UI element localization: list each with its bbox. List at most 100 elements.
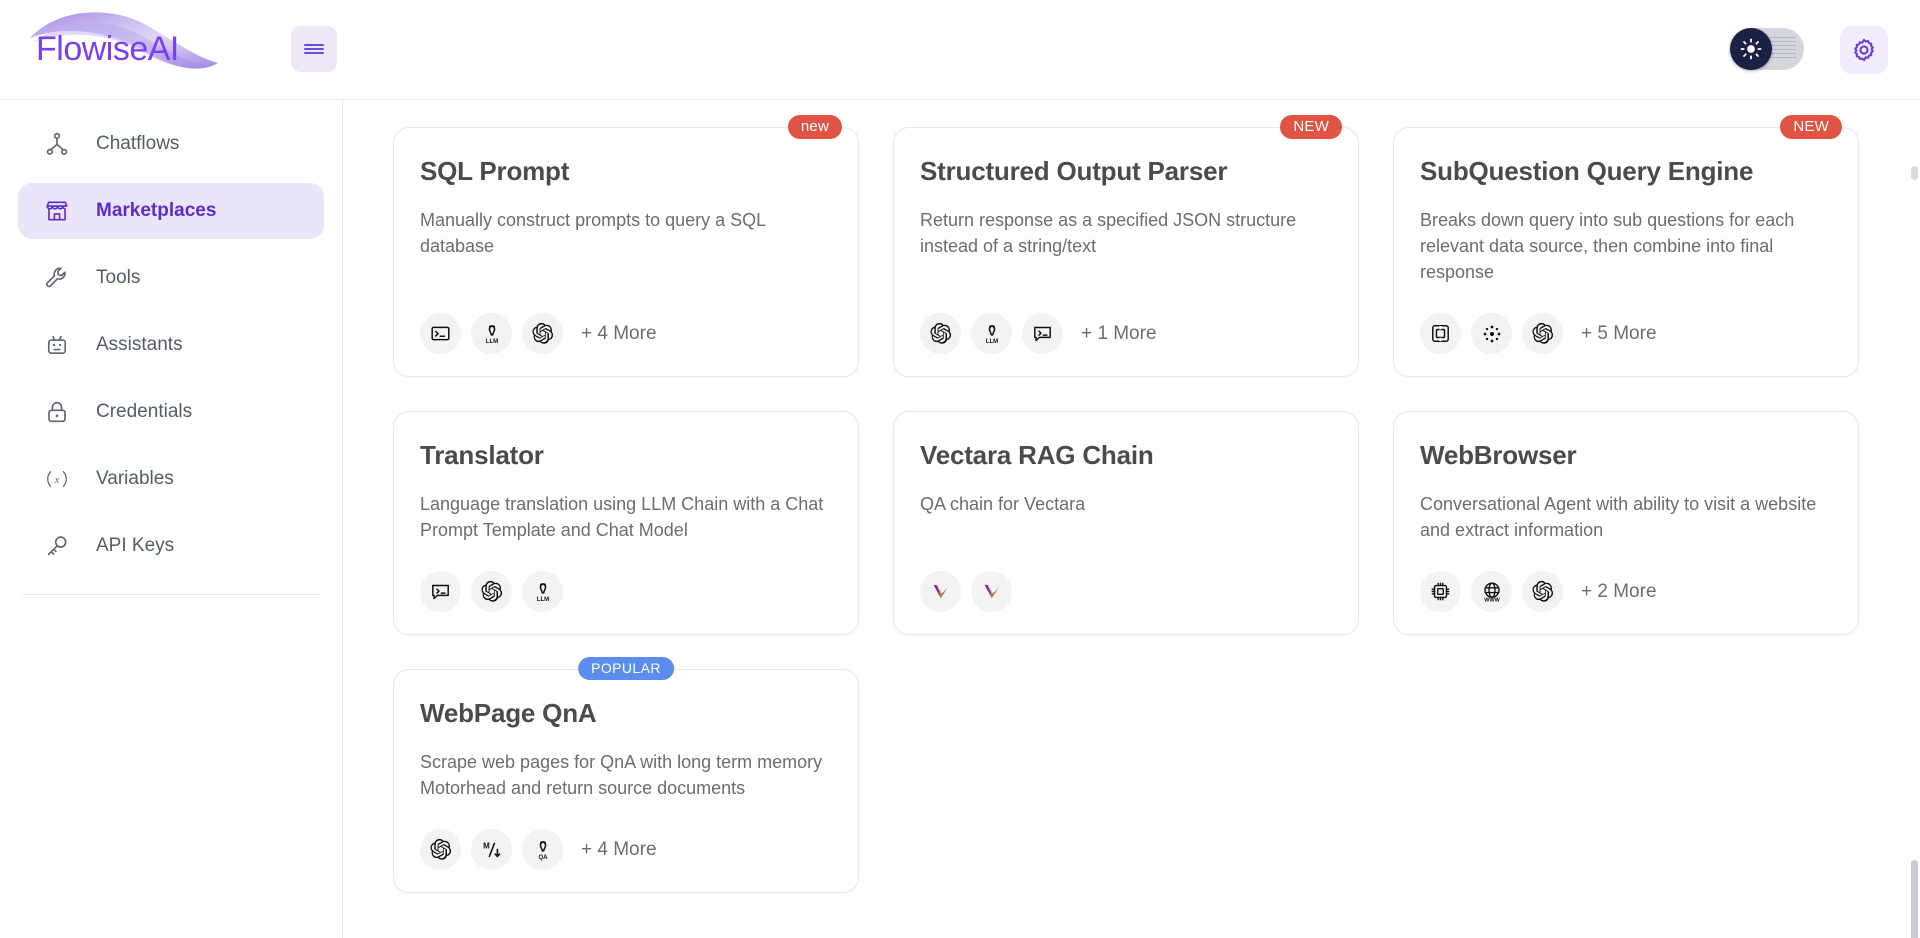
card-title: Structured Output Parser — [920, 156, 1228, 186]
sidebar-item-label: Marketplaces — [96, 200, 217, 221]
status-badge: new — [787, 115, 842, 139]
robot-icon — [44, 332, 70, 358]
card-icon-row: LLM — [420, 571, 832, 612]
menu-bar — [304, 48, 324, 50]
card-description: Manually construct prompts to query a SQ… — [420, 210, 766, 256]
more-count-label: + 5 More — [1581, 322, 1657, 344]
llm-chain-icon: LLM — [522, 571, 563, 612]
card-description: Language translation using LLM Chain wit… — [420, 494, 824, 540]
marketplace-main: new SQL Prompt Manually construct prompt… — [343, 99, 1920, 938]
terminal-prompt-icon — [420, 313, 461, 354]
card-title: SQL Prompt — [420, 156, 570, 186]
openai-icon — [420, 829, 461, 870]
vectara-icon — [971, 571, 1012, 612]
sun-icon — [1740, 38, 1762, 60]
marketplace-card[interactable]: Translator Language translation using LL… — [393, 411, 859, 635]
svg-text:LLM: LLM — [536, 597, 548, 603]
sidebar-item-variables[interactable]: x Variables — [18, 451, 324, 507]
chatflows-icon — [44, 131, 70, 157]
openai-icon — [1522, 571, 1563, 612]
svg-text:M: M — [483, 841, 490, 850]
openai-icon — [920, 313, 961, 354]
marketplace-card[interactable]: NEW SubQuestion Query Engine Breaks down… — [1393, 115, 1859, 377]
more-count-label: + 2 More — [1581, 580, 1657, 602]
llm-chain-icon: LLM — [471, 313, 512, 354]
card-title: Translator — [420, 440, 544, 470]
sidebar-item-tools[interactable]: Tools — [18, 250, 324, 306]
card-icon-row: LLM + 1 More — [920, 313, 1332, 354]
key-icon — [44, 533, 70, 559]
card-description: Breaks down query into sub questions for… — [1420, 210, 1795, 282]
more-count-label: + 4 More — [581, 322, 657, 344]
theme-toggle[interactable] — [1730, 28, 1804, 70]
marketplace-icon — [44, 198, 70, 224]
card-description: Return response as a specified JSON stru… — [920, 210, 1297, 256]
card-icon-row: M QA + 4 More — [420, 829, 832, 870]
more-count-label: + 1 More — [1081, 322, 1157, 344]
sidebar-item-credentials[interactable]: Credentials — [18, 384, 324, 440]
card-description: Scrape web pages for QnA with long term … — [420, 752, 823, 798]
theme-toggle-knob[interactable] — [1730, 28, 1772, 70]
wrench-icon — [44, 265, 70, 291]
svg-text:LLM: LLM — [485, 339, 497, 345]
sidebar-item-assistants[interactable]: Assistants — [18, 317, 324, 373]
chat-prompt-icon — [420, 571, 461, 612]
marketplace-card[interactable]: WebBrowser Conversational Agent with abi… — [1393, 411, 1859, 635]
markdown-icon: M — [471, 829, 512, 870]
scrollbar-thumb[interactable] — [1911, 860, 1918, 938]
qa-chain-icon: QA — [522, 829, 563, 870]
chat-prompt-icon — [1022, 313, 1063, 354]
sidebar-item-label: Chatflows — [96, 133, 180, 154]
more-count-label: + 4 More — [581, 838, 657, 860]
marketplace-card[interactable]: NEW Structured Output Parser Return resp… — [893, 115, 1359, 377]
marketplace-card-grid: new SQL Prompt Manually construct prompt… — [343, 100, 1875, 893]
sidebar-item-chatflows[interactable]: Chatflows — [18, 116, 324, 172]
menu-toggle-button[interactable] — [291, 26, 337, 72]
card-icon-row: + 5 More — [1420, 313, 1832, 354]
sidebar-item-label: Tools — [96, 267, 141, 288]
status-badge: NEW — [1280, 115, 1342, 139]
card-title: WebPage QnA — [420, 698, 597, 728]
sidebar-item-label: API Keys — [96, 535, 175, 556]
app-header: FlowiseAI — [0, 0, 1920, 99]
svg-text:x: x — [54, 474, 60, 486]
menu-bar — [304, 52, 324, 55]
menu-bar — [304, 43, 324, 46]
llm-chain-icon: LLM — [971, 313, 1012, 354]
status-badge: NEW — [1780, 115, 1842, 139]
settings-button[interactable] — [1840, 26, 1888, 74]
lock-icon — [44, 399, 70, 425]
card-description: QA chain for Vectara — [920, 494, 1086, 514]
card-icon-row — [920, 571, 1332, 612]
vectara-icon — [920, 571, 961, 612]
sidebar: Chatflows Marketplaces Tools Assistants … — [0, 99, 343, 938]
flowiseai-logo[interactable]: FlowiseAI — [22, 8, 252, 90]
openai-icon — [1522, 313, 1563, 354]
www-globe-icon: WWW — [1471, 571, 1512, 612]
sidebar-item-label: Assistants — [96, 334, 183, 355]
card-description: Conversational Agent with ability to vis… — [1420, 494, 1817, 540]
status-badge: POPULAR — [578, 657, 674, 680]
marketplace-card[interactable]: new SQL Prompt Manually construct prompt… — [393, 115, 859, 377]
marketplace-card[interactable]: Vectara RAG Chain QA chain for Vectara — [893, 411, 1359, 635]
svg-text:QA: QA — [538, 855, 548, 861]
sidebar-item-label: Variables — [96, 468, 174, 489]
document-frame-icon — [1420, 313, 1461, 354]
card-icon-row: LLM + 4 More — [420, 313, 832, 354]
toggle-track-texture — [1770, 37, 1796, 61]
variable-icon: x — [44, 466, 70, 492]
llamaindex-icon — [1471, 313, 1512, 354]
scrollbar-top-marker — [1911, 166, 1918, 180]
marketplace-card[interactable]: POPULAR WebPage QnA Scrape web pages for… — [393, 657, 859, 893]
sidebar-item-label: Credentials — [96, 401, 193, 422]
svg-text:LLM: LLM — [985, 339, 997, 345]
svg-text:WWW: WWW — [1484, 597, 1500, 602]
card-title: SubQuestion Query Engine — [1420, 156, 1754, 186]
card-title: Vectara RAG Chain — [920, 440, 1154, 470]
sidebar-divider — [22, 594, 320, 595]
card-icon-row: WWW + 2 More — [1420, 571, 1832, 612]
sidebar-item-marketplaces[interactable]: Marketplaces — [18, 183, 324, 239]
openai-icon — [522, 313, 563, 354]
sidebar-item-api-keys[interactable]: API Keys — [18, 518, 324, 574]
brand-text: FlowiseAI — [36, 30, 179, 68]
